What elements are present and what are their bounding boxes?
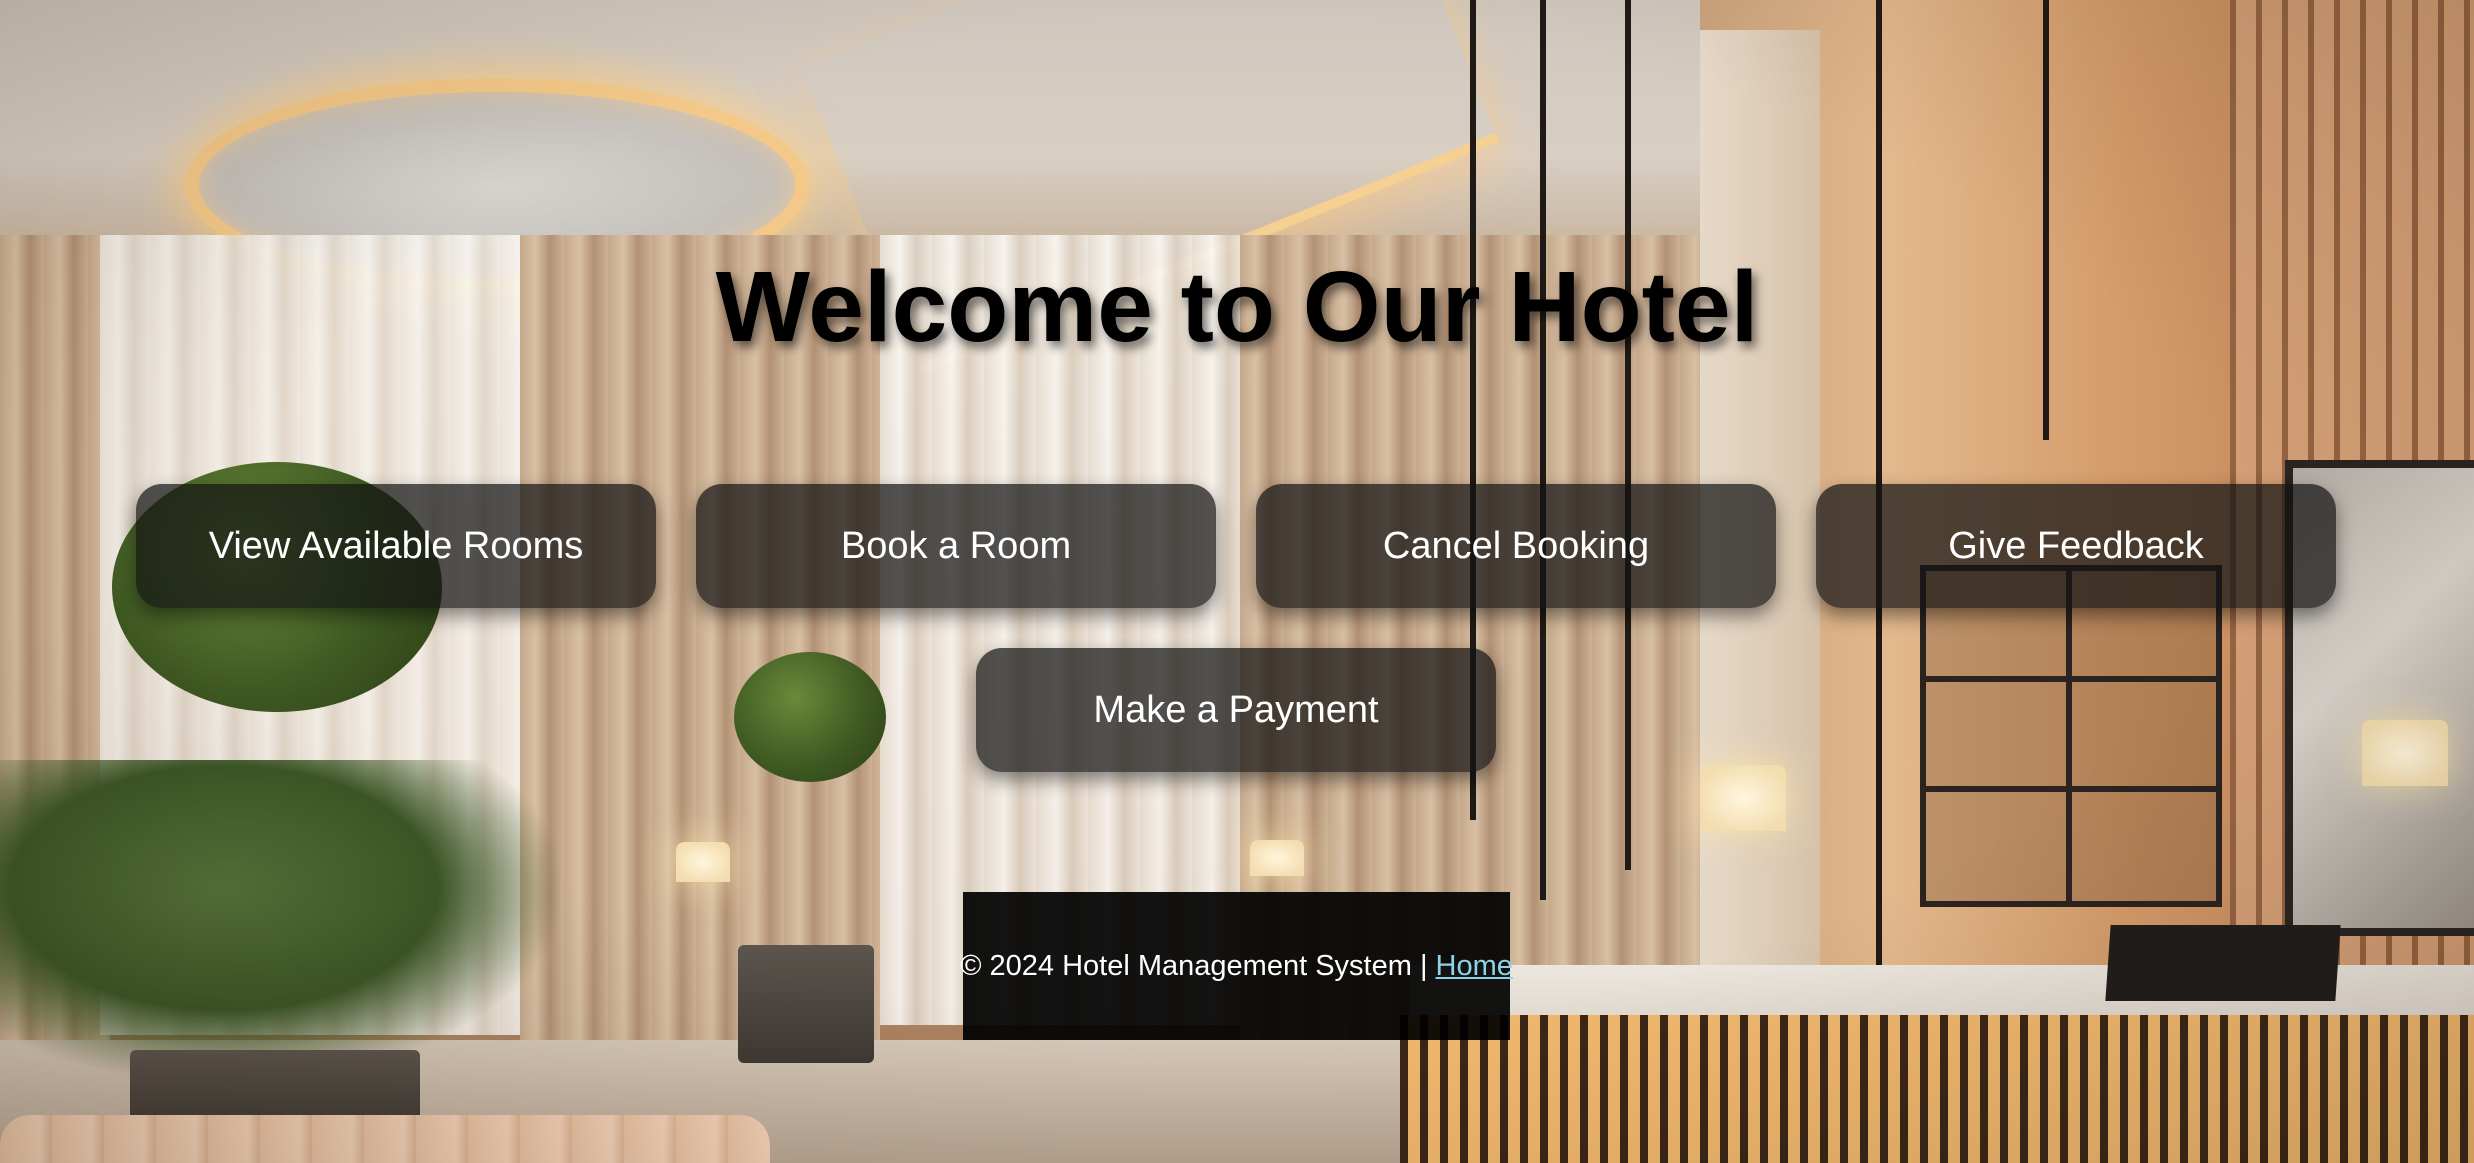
make-a-payment-button[interactable]: Make a Payment xyxy=(976,648,1496,772)
page-title: Welcome to Our Hotel xyxy=(715,251,1759,363)
give-feedback-button[interactable]: Give Feedback xyxy=(1816,484,2336,608)
site-footer: © 2024 Hotel Management System | Home xyxy=(960,892,1513,1040)
footer-copyright: © 2024 Hotel Management System xyxy=(960,949,1412,982)
book-a-room-button[interactable]: Book a Room xyxy=(696,484,1216,608)
footer-home-link[interactable]: Home xyxy=(1436,950,1513,983)
footer-separator: | xyxy=(1419,949,1428,982)
cancel-booking-button[interactable]: Cancel Booking xyxy=(1256,484,1776,608)
view-available-rooms-button[interactable]: View Available Rooms xyxy=(136,484,656,608)
